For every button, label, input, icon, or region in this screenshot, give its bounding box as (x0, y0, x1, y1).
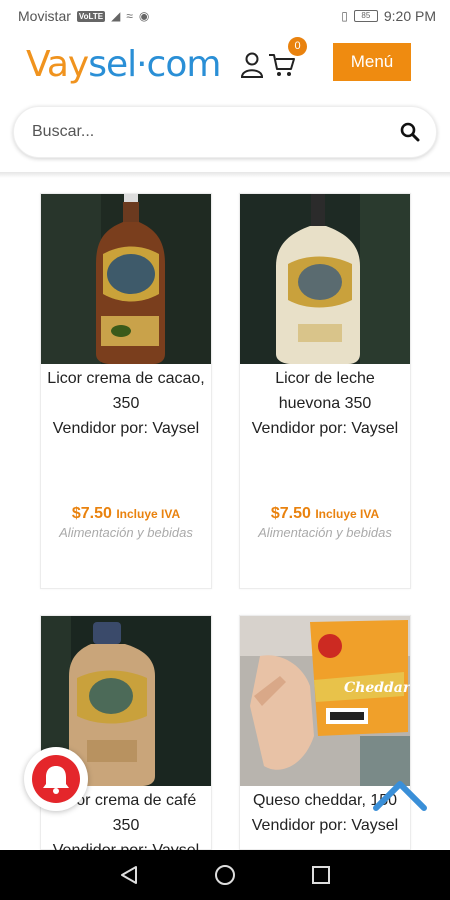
logo-sel-com: sel·com (88, 44, 221, 85)
product-title[interactable]: Licor crema de cacao, 350 (41, 366, 211, 416)
search-bar (13, 106, 437, 158)
search-icon[interactable] (400, 122, 420, 142)
logo-vay: Vay (26, 44, 89, 85)
product-card[interactable]: Licor crema de cacao, 350 Vendidor por: … (40, 193, 212, 589)
carrier-name: Movistar (18, 8, 71, 24)
product-image[interactable] (240, 194, 410, 364)
product-title-line: Licor crema de cacao, (47, 370, 205, 387)
price-note: Incluye IVA (315, 507, 380, 521)
signal-icon: ◢ (111, 9, 121, 23)
status-bar: Movistar VoLTE ◢ ≈ ◉ ▯ 85 9:20 PM (0, 0, 450, 32)
bell-circle (32, 755, 80, 803)
cart-icon[interactable] (268, 52, 296, 78)
back-icon[interactable] (118, 864, 140, 886)
wifi-icon: ≈ (126, 9, 133, 23)
product-category[interactable]: Alimentación y bebidas (41, 525, 211, 540)
site-header: Vaysel·com 0 Menú (0, 32, 450, 102)
header-divider (0, 172, 450, 178)
clock: 9:20 PM (383, 8, 436, 24)
product-vendor: Vendidor por: Vaysel (251, 420, 399, 437)
product-vendor: Vendidor por: Vaysel (52, 420, 200, 437)
product-image[interactable]: Cheddar (240, 616, 410, 786)
bell-icon (43, 766, 69, 794)
search-input[interactable] (32, 107, 392, 157)
product-title-line: huevona 350 (278, 395, 372, 412)
vibrate-icon: ▯ (341, 9, 348, 23)
product-title-line: 350 (112, 395, 140, 412)
product-title-line: Licor de leche (275, 370, 375, 387)
product-price: $7.50 (71, 505, 112, 522)
user-icon[interactable] (240, 52, 264, 78)
product-card[interactable]: Cheddar Queso cheddar, 150 Vendidor por:… (239, 615, 411, 850)
product-image[interactable] (41, 194, 211, 364)
menu-button[interactable]: Menú (333, 43, 411, 81)
price-row: $7.50 Incluye IVA (41, 505, 211, 523)
product-title[interactable]: Licor de leche huevona 350 (240, 366, 410, 416)
battery-icon: 85 (353, 10, 378, 22)
product-price: $7.50 (270, 505, 311, 522)
cart-count-badge: 0 (288, 37, 307, 56)
recent-apps-icon[interactable] (310, 864, 332, 886)
product-title-line: 350 (112, 817, 140, 834)
product-vendor: Vendidor por: Vaysel (251, 817, 399, 834)
price-row: $7.50 Incluye IVA (240, 505, 410, 523)
product-card[interactable]: Licor crema de café 350 Vendidor por: Va… (40, 615, 212, 859)
price-note: Incluye IVA (116, 507, 181, 521)
android-nav-bar (0, 850, 450, 900)
product-card[interactable]: Licor de leche huevona 350 Vendidor por:… (239, 193, 411, 589)
sync-icon: ◉ (138, 9, 150, 23)
notification-bell-button[interactable] (24, 747, 88, 811)
scroll-to-top-icon[interactable] (372, 776, 428, 812)
site-logo[interactable]: Vaysel·com (26, 44, 221, 85)
network-badge: VoLTE (76, 10, 106, 22)
home-icon[interactable] (214, 864, 236, 886)
cheddar-label: Cheddar (344, 680, 410, 696)
product-category[interactable]: Alimentación y bebidas (240, 525, 410, 540)
